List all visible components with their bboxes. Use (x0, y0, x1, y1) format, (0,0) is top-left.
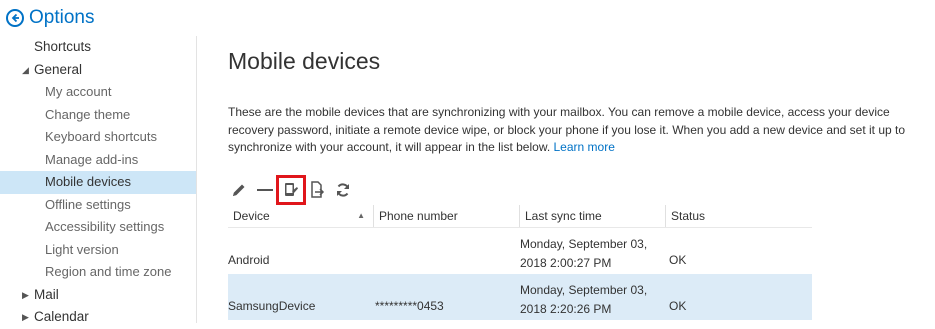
status-cell: OK (665, 228, 812, 274)
learn-more-link[interactable]: Learn more (554, 140, 615, 154)
device-status: OK (669, 253, 687, 267)
phone-number: *********0453 (375, 299, 444, 313)
column-sync-label: Last sync time (525, 209, 602, 223)
back-arrow-icon[interactable] (6, 9, 24, 27)
nav-keyboard-shortcuts[interactable]: Keyboard shortcuts (0, 126, 196, 149)
status-cell: OK (665, 274, 812, 320)
device-name: Android (228, 253, 270, 267)
options-header: Options (6, 5, 94, 31)
nav-shortcuts-label: Shortcuts (34, 39, 92, 54)
options-sidebar: Shortcuts ◢ General My account Change the… (0, 36, 197, 324)
wipe-device-icon[interactable] (276, 175, 306, 205)
nav-mobile-devices[interactable]: Mobile devices (0, 171, 196, 194)
nav-light-version[interactable]: Light version (0, 239, 196, 262)
nav-accessibility-settings[interactable]: Accessibility settings (0, 216, 196, 239)
sync-time: 2018 2:20:26 PM (520, 301, 612, 316)
nav-shortcuts[interactable]: Shortcuts (0, 36, 196, 59)
device-toolbar (228, 175, 358, 205)
sync-date: Monday, September 03, (520, 283, 648, 297)
phone-cell (373, 228, 519, 274)
sync-date: Monday, September 03, (520, 237, 648, 251)
nav-mail-label: Mail (34, 286, 59, 302)
column-phone-number[interactable]: Phone number (373, 205, 519, 227)
page-description: These are the mobile devices that are sy… (228, 104, 928, 157)
refresh-icon[interactable] (332, 179, 354, 201)
sync-time: 2018 2:00:27 PM (520, 255, 612, 270)
column-status-label: Status (671, 209, 706, 223)
table-row[interactable]: Android Monday, September 03, 2018 2:00:2… (228, 228, 812, 274)
options-title[interactable]: Options (29, 7, 94, 29)
devices-table: Device ▲ Phone number Last sync time Stat… (228, 205, 812, 320)
page-title: Mobile devices (228, 48, 381, 74)
collapsed-caret-icon[interactable]: ▶ (22, 306, 29, 329)
nav-general-label: General (34, 61, 83, 77)
expanded-caret-icon[interactable]: ◢ (22, 59, 29, 82)
sync-cell: Monday, September 03, 2018 2:20:26 PM (519, 274, 665, 320)
nav-offline-settings[interactable]: Offline settings (0, 194, 196, 217)
sort-ascending-icon[interactable]: ▲ (357, 205, 365, 227)
nav-region-time-zone[interactable]: Region and time zone (0, 261, 196, 284)
device-cell: Android (228, 228, 373, 274)
nav-calendar-label: Calendar (34, 309, 89, 324)
minus-icon[interactable] (254, 179, 276, 201)
sync-cell: Monday, September 03, 2018 2:00:27 PM (519, 228, 665, 274)
column-last-sync-time[interactable]: Last sync time (519, 205, 665, 227)
device-cell: SamsungDevice (228, 274, 373, 320)
phone-cell: *********0453 (373, 274, 519, 320)
column-status[interactable]: Status (665, 205, 812, 227)
device-name: SamsungDevice (228, 299, 316, 313)
nav-general[interactable]: ◢ General (0, 59, 196, 82)
table-row[interactable]: SamsungDevice *********0453 Monday, Sept… (228, 274, 812, 320)
export-icon[interactable] (306, 179, 328, 201)
nav-my-account[interactable]: My account (0, 81, 196, 104)
column-device-label: Device (233, 209, 270, 223)
column-device[interactable]: Device ▲ (228, 205, 373, 227)
nav-change-theme[interactable]: Change theme (0, 104, 196, 127)
device-status: OK (669, 299, 687, 313)
nav-manage-add-ins[interactable]: Manage add-ins (0, 149, 196, 172)
column-phone-label: Phone number (379, 209, 458, 223)
table-header: Device ▲ Phone number Last sync time Stat… (228, 205, 812, 228)
collapsed-caret-icon[interactable]: ▶ (22, 284, 29, 307)
nav-mail[interactable]: ▶ Mail (0, 284, 196, 307)
pencil-icon[interactable] (228, 179, 250, 201)
nav-calendar[interactable]: ▶ Calendar (0, 306, 196, 329)
